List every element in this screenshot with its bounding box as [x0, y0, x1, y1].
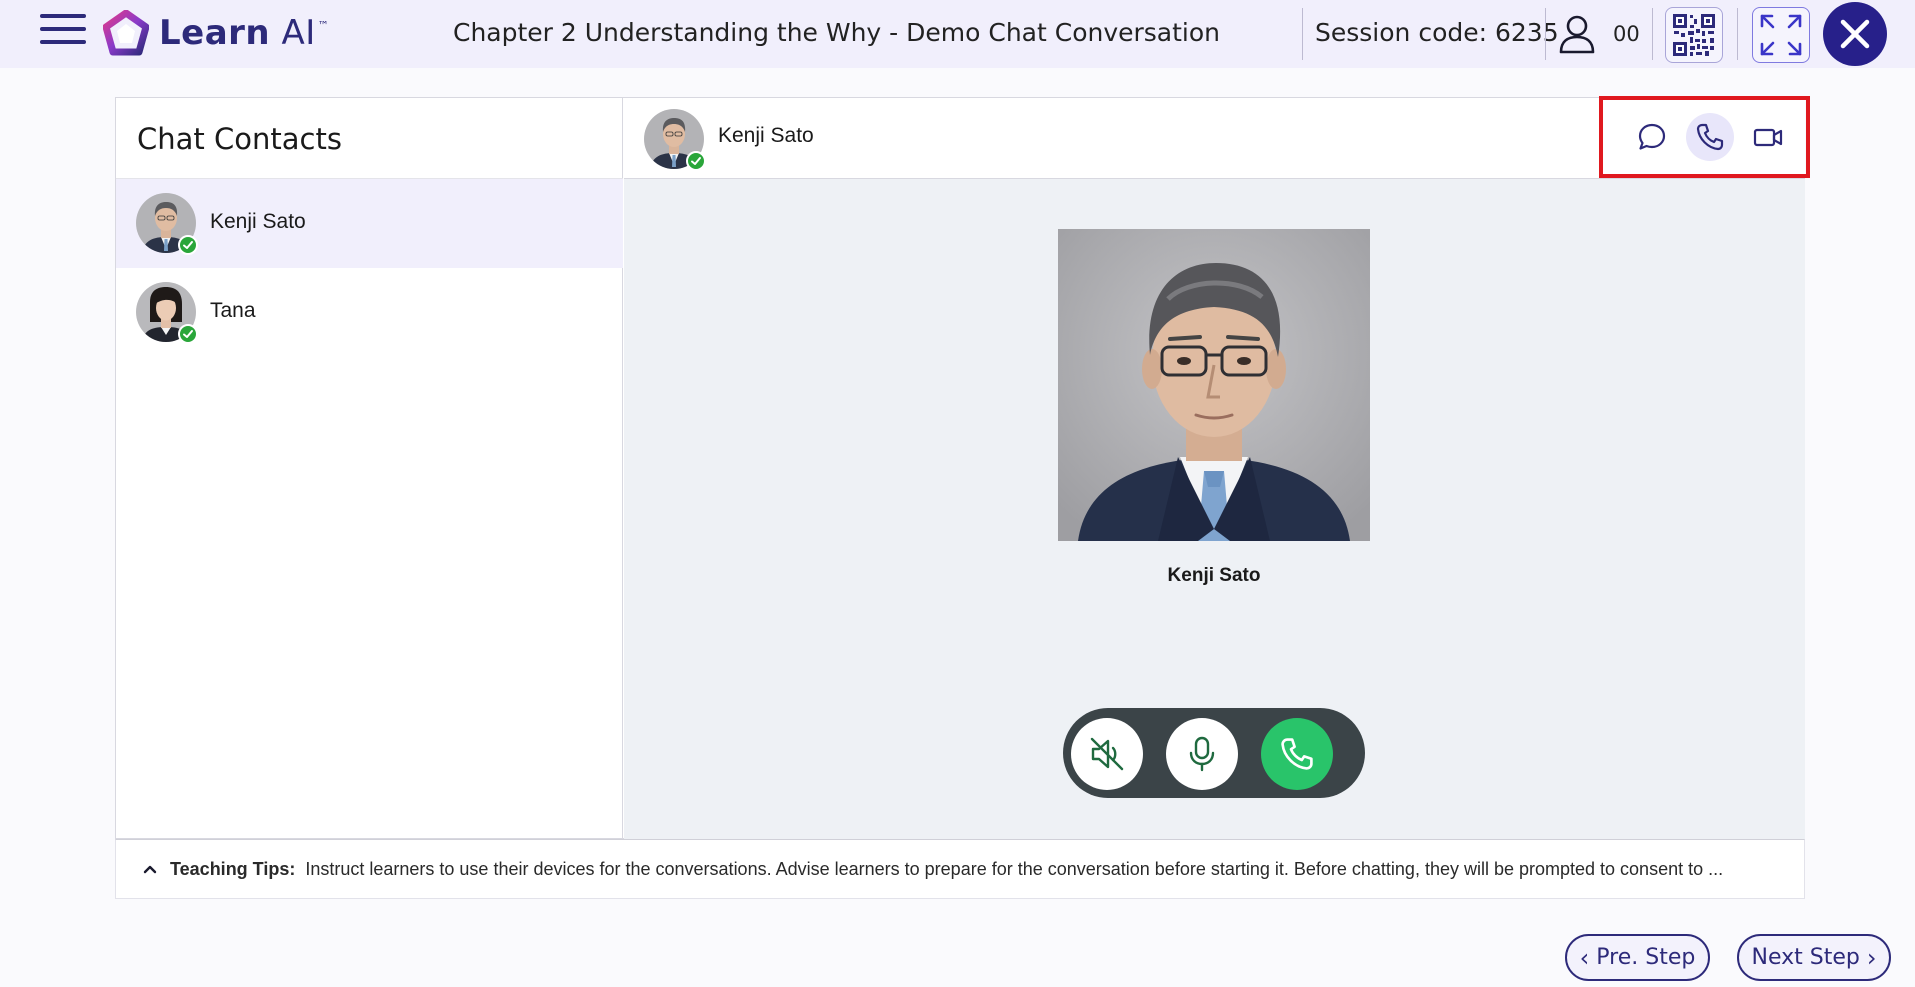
call-button[interactable]	[1261, 718, 1333, 790]
page-title: Chapter 2 Understanding the Why - Demo C…	[453, 18, 1221, 47]
tips-text: Instruct learners to use their devices f…	[305, 858, 1724, 879]
fullscreen-button[interactable]	[1752, 7, 1810, 63]
hamburger-menu-icon[interactable]	[40, 14, 86, 54]
top-bar: Learn AI ™ Chapter 2 Understanding the Wh…	[0, 0, 1915, 68]
chevron-left-icon: ‹	[1579, 943, 1590, 972]
divider	[1545, 8, 1546, 60]
contact-name: Kenji Sato	[210, 210, 306, 233]
callee-portrait	[1058, 229, 1370, 541]
chevron-right-icon: ›	[1866, 943, 1877, 972]
contacts-panel: Chat Contacts Kenji Sato Tana	[116, 98, 623, 840]
close-icon	[1840, 19, 1870, 49]
phone-mode-button[interactable]	[1686, 113, 1734, 161]
logo-text: Learn AI ™	[159, 13, 330, 53]
session-code: Session code: 6235	[1315, 18, 1559, 47]
app-logo: Learn AI ™	[103, 10, 329, 56]
video-camera-icon	[1753, 128, 1783, 147]
pentagon-logo-icon	[103, 10, 149, 56]
chat-card: Chat Contacts Kenji Sato Tana Kenji Sato…	[115, 96, 1810, 840]
man-portrait-icon	[1058, 229, 1370, 541]
chevron-up-icon[interactable]	[140, 859, 160, 879]
microphone-icon	[1189, 736, 1215, 772]
prev-step-label: Pre. Step	[1596, 945, 1696, 970]
callee-name: Kenji Sato	[1167, 565, 1261, 586]
prev-step-button[interactable]: ‹ Pre. Step	[1565, 934, 1710, 981]
chat-pane: Kenji Sato Kenji Sato	[624, 96, 1810, 840]
online-status-icon	[686, 151, 706, 171]
next-step-label: Next Step	[1751, 945, 1860, 970]
video-mode-button[interactable]	[1744, 113, 1792, 161]
phone-icon	[1281, 738, 1313, 770]
qr-code-button[interactable]	[1665, 7, 1723, 63]
close-button[interactable]	[1823, 2, 1887, 66]
teaching-tips-bar: Teaching Tips: Instruct learners to use …	[115, 839, 1805, 899]
phone-icon	[1696, 123, 1724, 151]
call-area: Kenji Sato	[624, 179, 1805, 839]
chat-header: Kenji Sato	[624, 96, 1810, 179]
avatar	[644, 109, 706, 171]
online-status-icon	[178, 235, 198, 255]
next-step-button[interactable]: Next Step ›	[1737, 934, 1891, 981]
chat-bubble-icon	[1638, 123, 1666, 150]
avatar	[136, 193, 198, 255]
user-count: 00	[1613, 22, 1640, 46]
chat-mode-button[interactable]	[1628, 113, 1676, 161]
online-status-icon	[178, 324, 198, 344]
contact-item-kenji-sato[interactable]: Kenji Sato	[116, 179, 623, 268]
avatar	[136, 282, 198, 344]
speaker-off-icon	[1090, 737, 1124, 771]
user-icon[interactable]	[1558, 14, 1596, 54]
qr-code-icon	[1673, 14, 1715, 56]
tips-label: Teaching Tips:	[170, 858, 296, 879]
divider	[1652, 8, 1653, 60]
contact-item-tana[interactable]: Tana	[116, 268, 623, 357]
contact-name: Tana	[210, 299, 256, 322]
contacts-title: Chat Contacts	[137, 122, 342, 156]
call-controls	[1063, 708, 1365, 798]
expand-icon	[1760, 14, 1802, 56]
chat-contact-name: Kenji Sato	[718, 124, 814, 147]
divider	[1302, 8, 1303, 60]
speaker-toggle-button[interactable]	[1071, 718, 1143, 790]
divider	[1737, 8, 1738, 60]
microphone-button[interactable]	[1166, 718, 1238, 790]
